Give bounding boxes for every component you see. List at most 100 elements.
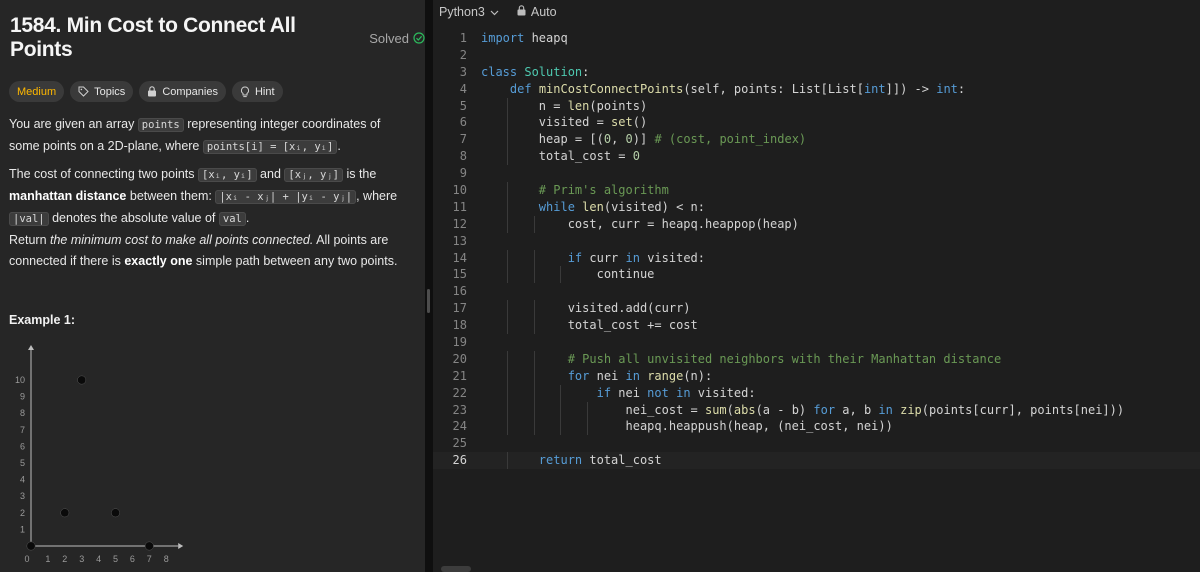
x-tick-label: 1 <box>45 554 50 564</box>
line-number: 13 <box>452 233 467 248</box>
lightbulb-icon <box>240 85 250 98</box>
line-number: 22 <box>452 385 467 400</box>
data-point <box>144 541 154 551</box>
y-tick-label: 3 <box>20 491 25 501</box>
code-text: if nei not in visited: <box>596 385 756 400</box>
line-number: 7 <box>459 132 467 147</box>
solved-badge: Solved <box>369 31 425 46</box>
y-tick-label: 1 <box>20 524 25 534</box>
x-axis-arrow <box>178 543 184 549</box>
text: simple path between any two points. <box>192 254 398 268</box>
line-number: 10 <box>452 183 467 198</box>
mode-label: Auto <box>530 5 557 19</box>
code-line[interactable]: 5 n = len(points) <box>433 97 1200 115</box>
line-number: 3 <box>459 64 467 79</box>
code-text: for nei in range(n): <box>567 368 713 383</box>
difficulty-tag[interactable]: Medium <box>9 81 65 102</box>
language-select[interactable]: Python3 <box>439 5 499 19</box>
line-number: 17 <box>452 301 467 316</box>
code-line[interactable]: 14 if curr in visited: <box>433 249 1200 267</box>
y-tick-label: 9 <box>20 392 25 402</box>
line-number: 5 <box>459 98 467 113</box>
code-line[interactable]: 10 # Prim's algorithm <box>433 182 1200 199</box>
line-number: 19 <box>452 335 467 350</box>
y-tick-label: 4 <box>20 475 25 485</box>
line-number: 12 <box>452 216 467 231</box>
problem-panel: 1584. Min Cost to Connect All Points Sol… <box>0 0 425 572</box>
code-line[interactable]: 21 for nei in range(n): <box>433 367 1200 385</box>
code-line[interactable]: 20 # Push all unvisited neighbors with t… <box>433 350 1200 368</box>
example-title: Example 1: <box>9 313 76 327</box>
code-editor[interactable]: 1 import heapq 2 3 class Solution: 4 def minC… <box>433 30 1200 470</box>
lock-icon <box>147 86 157 97</box>
code-line[interactable]: 1 import heapq <box>433 30 1200 47</box>
problem-title[interactable]: 1584. Min Cost to Connect All Points <box>10 14 357 62</box>
code-line[interactable]: 11 while len(visited) < n: <box>433 198 1200 216</box>
line-number: 16 <box>452 284 467 299</box>
code-text: continue <box>481 267 655 282</box>
code-text: n = len(points) <box>481 98 648 113</box>
code-line[interactable]: 24 heapq.heappush(heap, (nei_cost, nei)) <box>433 418 1200 436</box>
code-line[interactable]: 8 total_cost = 0 <box>433 148 1200 166</box>
line-number: 23 <box>452 402 467 417</box>
inline-code: points <box>137 118 184 132</box>
line-number: 8 <box>459 149 467 164</box>
code-line[interactable]: 26 return total_cost <box>433 452 1200 470</box>
code-line[interactable]: 12 cost, curr = heapq.heappop(heap) <box>433 215 1200 233</box>
language-label: Python3 <box>439 5 485 19</box>
example-plot: 0 1 2 3 4 5 6 7 8 1 2 3 4 5 6 7 8 9 10 <box>15 345 184 564</box>
code-text: def minCostConnectPoints(self, points: L… <box>509 81 966 96</box>
code-line[interactable]: 17 visited.add(curr) <box>433 300 1200 318</box>
bold-text: exactly one <box>124 254 193 268</box>
code-text: total_cost += cost <box>481 318 698 333</box>
companies-tag[interactable]: Companies <box>139 81 226 102</box>
code-line[interactable]: 19 <box>433 334 1200 351</box>
code-line[interactable]: 9 <box>433 165 1200 182</box>
auto-mode-button[interactable]: Auto <box>517 5 557 19</box>
x-tick-label: 5 <box>113 554 118 564</box>
inline-code: points[i] = [xᵢ, yᵢ] <box>202 140 338 154</box>
line-number: 26 <box>452 453 467 468</box>
text: . <box>337 139 341 153</box>
line-number: 15 <box>452 267 467 282</box>
code-line[interactable]: 15 continue <box>433 266 1200 284</box>
text: The cost of connecting two points <box>9 167 198 181</box>
data-point <box>26 541 36 551</box>
topics-tag[interactable]: Topics <box>70 81 134 102</box>
horizontal-scrollbar[interactable] <box>441 566 471 572</box>
check-circle-icon <box>413 32 425 44</box>
y-tick-label: 5 <box>20 458 25 468</box>
x-tick-label: 7 <box>147 554 152 564</box>
code-text: # Push all unvisited neighbors with thei… <box>567 351 1002 366</box>
code-text: visited.add(curr) <box>481 301 691 316</box>
description-paragraph-2: The cost of connecting two points [xᵢ, y… <box>9 164 414 230</box>
resize-handle[interactable] <box>427 289 430 313</box>
code-line[interactable]: 16 <box>433 283 1200 300</box>
code-line[interactable]: 4 def minCostConnectPoints(self, points:… <box>433 81 1200 98</box>
text: and <box>256 167 285 181</box>
data-point <box>60 508 70 518</box>
hint-tag[interactable]: Hint <box>231 81 283 102</box>
code-line[interactable]: 23 nei_cost = sum(abs(a - b) for a, b in… <box>433 401 1200 419</box>
line-number: 20 <box>452 351 467 366</box>
data-point <box>111 508 120 518</box>
lock-icon <box>517 5 526 19</box>
code-line[interactable]: 13 <box>433 233 1200 250</box>
line-number: 6 <box>459 115 467 130</box>
code-line[interactable]: 18 total_cost += cost <box>433 317 1200 335</box>
data-point <box>77 375 87 385</box>
code-line[interactable]: 6 visited = set() <box>433 114 1200 132</box>
line-number: 24 <box>452 419 467 434</box>
code-line[interactable]: 2 <box>433 47 1200 64</box>
code-line[interactable]: 22 if nei not in visited: <box>433 384 1200 402</box>
text: You are given an array <box>9 117 138 131</box>
x-tick-label: 8 <box>164 554 169 564</box>
text: . <box>245 211 250 225</box>
code-text: import heapq <box>481 31 568 45</box>
panel-divider[interactable] <box>425 0 433 572</box>
code-line[interactable]: 7 heap = [(0, 0)] # (cost, point_index) <box>433 131 1200 149</box>
code-line[interactable]: 3 class Solution: <box>433 64 1200 81</box>
tag-icon <box>78 86 89 97</box>
code-line[interactable]: 25 <box>433 435 1200 452</box>
tag-row: Medium Topics Companies Hint <box>9 81 283 102</box>
